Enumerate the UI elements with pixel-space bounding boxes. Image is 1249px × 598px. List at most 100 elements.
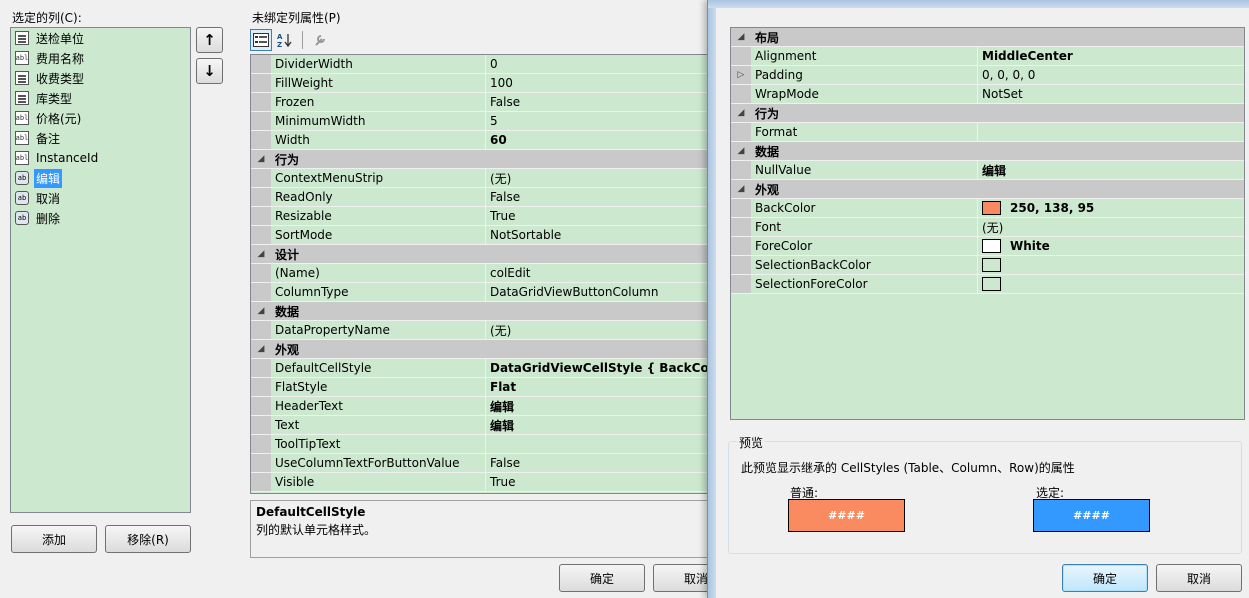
property-value[interactable]: (无) (486, 169, 715, 187)
column-item[interactable]: abl 价格(元) (11, 108, 190, 128)
column-item[interactable]: 收费类型 (11, 68, 190, 88)
property-row[interactable]: DefaultCellStyle DataGridViewCellStyle { … (251, 359, 715, 378)
property-row[interactable]: FillWeight 100 (251, 74, 715, 93)
property-value[interactable] (486, 435, 715, 453)
property-value[interactable]: 250, 138, 95 (978, 199, 1244, 217)
property-value[interactable]: NotSet (978, 85, 1244, 103)
property-value[interactable]: 0 (486, 55, 715, 73)
property-row[interactable]: MinimumWidth 5 (251, 112, 715, 131)
collapse-icon: ◢ (251, 245, 271, 263)
color-swatch (982, 258, 1001, 272)
property-value[interactable]: DataGridViewButtonColumn (486, 283, 715, 301)
column-item[interactable]: ab 取消 (11, 188, 190, 208)
property-row[interactable]: ReadOnly False (251, 188, 715, 207)
property-row[interactable]: Font (无) (731, 218, 1244, 237)
category-row[interactable]: ◢ 外观 (731, 180, 1244, 199)
property-pages-button[interactable] (309, 29, 331, 51)
svg-text:Z: Z (277, 41, 282, 48)
property-row[interactable]: SelectionForeColor (731, 275, 1244, 294)
category-row[interactable]: ◢ 外观 (251, 340, 715, 359)
move-down-button[interactable]: ↓ (196, 58, 223, 84)
alphabetical-button[interactable]: AZ (274, 29, 296, 51)
property-row[interactable]: SelectionBackColor (731, 256, 1244, 275)
property-row[interactable]: NullValue 编辑 (731, 161, 1244, 180)
property-value-text: White (1010, 239, 1050, 253)
svg-text:A: A (277, 33, 283, 41)
property-grid[interactable]: DividerWidth 0 FillWeight 100 Frozen False Min… (250, 54, 716, 494)
property-row[interactable]: Frozen False (251, 93, 715, 112)
dialog-ok-button[interactable]: 确定 (1062, 564, 1148, 592)
column-item[interactable]: 库类型 (11, 88, 190, 108)
categorized-button[interactable] (250, 29, 272, 51)
property-row[interactable]: HeaderText 编辑 (251, 397, 715, 416)
property-row[interactable]: FlatStyle Flat (251, 378, 715, 397)
property-row[interactable]: SortMode NotSortable (251, 226, 715, 245)
property-value[interactable]: 0, 0, 0, 0 (978, 66, 1244, 84)
column-item[interactable]: abl InstanceId (11, 148, 190, 168)
property-row[interactable]: WrapMode NotSet (731, 85, 1244, 104)
category-row[interactable]: ◢ 设计 (251, 245, 715, 264)
property-value[interactable]: 编辑 (486, 416, 715, 434)
column-item-label: 收费类型 (36, 71, 85, 86)
property-value[interactable]: MiddleCenter (978, 47, 1244, 65)
property-row[interactable]: ContextMenuStrip (无) (251, 169, 715, 188)
property-value[interactable]: 编辑 (486, 397, 715, 415)
category-row[interactable]: ◢ 布局 (731, 28, 1244, 47)
property-value-text: NotSortable (490, 228, 562, 242)
property-name: Text (271, 416, 486, 434)
property-row[interactable]: ▷ Padding 0, 0, 0, 0 (731, 66, 1244, 85)
property-row[interactable]: Resizable True (251, 207, 715, 226)
property-value[interactable]: White (978, 237, 1244, 255)
property-row[interactable]: ToolTipText (251, 435, 715, 454)
property-row[interactable]: Visible True (251, 473, 715, 492)
property-row[interactable]: Format (731, 123, 1244, 142)
dialog-cancel-button[interactable]: 取消 (1156, 564, 1242, 592)
property-value[interactable]: True (486, 207, 715, 225)
property-value[interactable]: False (486, 93, 715, 111)
property-value[interactable] (978, 275, 1244, 293)
property-row[interactable]: UseColumnTextForButtonValue False (251, 454, 715, 473)
main-ok-button[interactable]: 确定 (559, 564, 645, 592)
property-value[interactable] (978, 123, 1244, 141)
columns-list[interactable]: 送检单位 abl 费用名称收费类型库类型 abl 价格(元) abl 备注 abl Instan… (10, 27, 191, 513)
property-value[interactable]: 60 (486, 131, 715, 149)
property-value[interactable]: 100 (486, 74, 715, 92)
property-row[interactable]: ColumnType DataGridViewButtonColumn (251, 283, 715, 302)
property-row[interactable]: Alignment MiddleCenter (731, 47, 1244, 66)
property-value[interactable]: False (486, 454, 715, 472)
property-row[interactable]: (Name) colEdit (251, 264, 715, 283)
property-value[interactable]: (无) (486, 321, 715, 339)
column-item[interactable]: abl 费用名称 (11, 48, 190, 68)
property-row[interactable]: Text 编辑 (251, 416, 715, 435)
column-item[interactable]: ab 编辑 (11, 168, 190, 188)
property-value[interactable]: (无) (978, 218, 1244, 236)
row-gutter (251, 454, 271, 472)
move-up-button[interactable]: ↑ (196, 27, 223, 53)
column-item[interactable]: abl 备注 (11, 128, 190, 148)
property-value[interactable] (978, 256, 1244, 274)
color-swatch (982, 239, 1001, 253)
remove-button[interactable]: 移除(R) (105, 525, 191, 553)
property-value[interactable]: Flat (486, 378, 715, 396)
category-row[interactable]: ◢ 行为 (251, 150, 715, 169)
property-value[interactable]: 编辑 (978, 161, 1244, 179)
property-name: ContextMenuStrip (271, 169, 486, 187)
property-value[interactable]: DataGridViewCellStyle { BackColor= (486, 359, 715, 377)
property-row[interactable]: BackColor 250, 138, 95 (731, 199, 1244, 218)
property-row[interactable]: Width 60 (251, 131, 715, 150)
property-value[interactable]: colEdit (486, 264, 715, 282)
property-row[interactable]: ForeColor White (731, 237, 1244, 256)
column-item[interactable]: ab 删除 (11, 208, 190, 228)
property-row[interactable]: DataPropertyName (无) (251, 321, 715, 340)
category-row[interactable]: ◢ 数据 (731, 142, 1244, 161)
property-value[interactable]: True (486, 473, 715, 491)
cellstyle-grid[interactable]: ◢ 布局 Alignment MiddleCenter ▷ Padding 0, 0, 0,… (730, 27, 1245, 420)
property-value[interactable]: 5 (486, 112, 715, 130)
property-row[interactable]: DividerWidth 0 (251, 55, 715, 74)
property-value[interactable]: False (486, 188, 715, 206)
category-row[interactable]: ◢ 行为 (731, 104, 1244, 123)
column-item[interactable]: 送检单位 (11, 28, 190, 48)
add-button[interactable]: 添加 (11, 525, 97, 553)
category-row[interactable]: ◢ 数据 (251, 302, 715, 321)
property-value[interactable]: NotSortable (486, 226, 715, 244)
